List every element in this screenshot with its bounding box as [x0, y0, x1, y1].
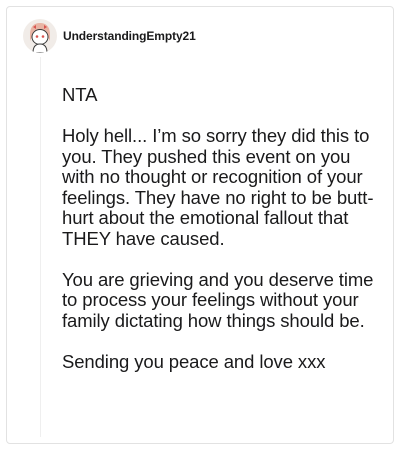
comment-body: NTA Holy hell... I’m so sorry they did t… [62, 84, 382, 393]
snoo-avatar-icon [30, 23, 50, 53]
comment-card: UnderstandingEmpty21 NTA Holy hell... I’… [6, 6, 394, 444]
comment-paragraph: NTA [62, 84, 98, 105]
comment-paragraph: Holy hell... I’m so sorry they did this … [62, 125, 374, 249]
user-avatar[interactable] [23, 19, 57, 53]
comment-paragraph: Sending you peace and love xxx [62, 350, 326, 372]
comment-paragraph: You are grieving and you deserve time to… [62, 268, 374, 331]
comment-author[interactable]: UnderstandingEmpty21 [63, 29, 196, 43]
thread-line[interactable] [40, 57, 41, 437]
comment-header: UnderstandingEmpty21 [23, 19, 196, 53]
